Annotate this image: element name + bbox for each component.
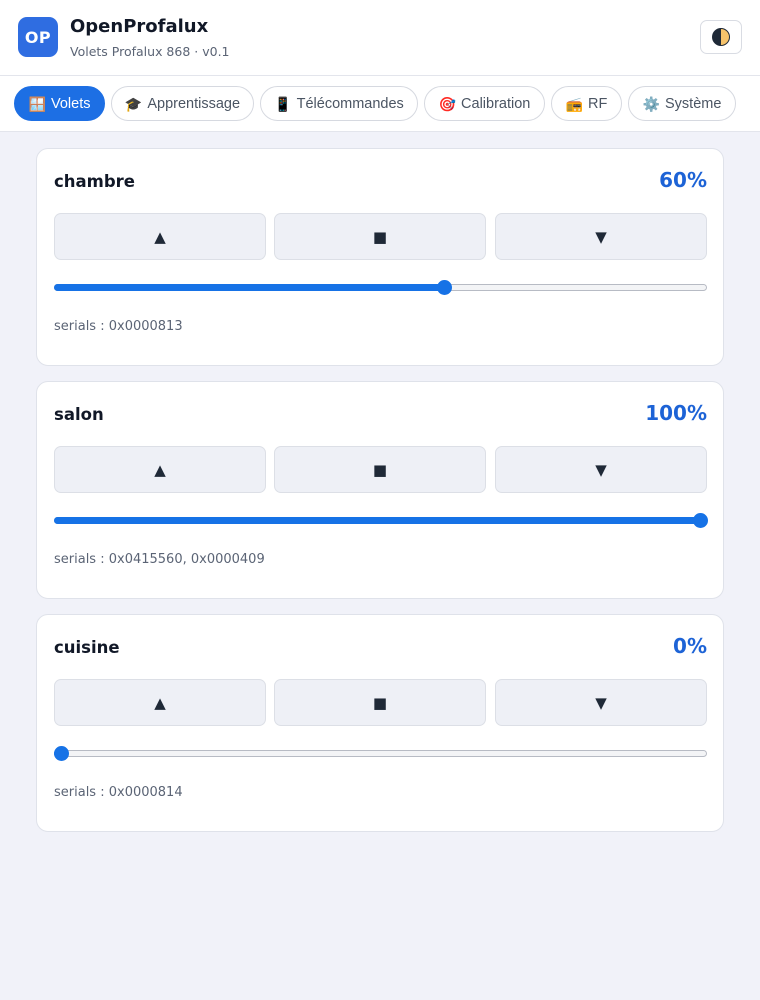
tab-label: RF [588,95,608,112]
tab-volets[interactable]: 🪟 Volets [14,86,105,121]
slider-thumb[interactable] [54,746,69,761]
down-button[interactable]: ▼ [495,213,707,260]
tab-telecommandes[interactable]: 📱 Télécommandes [260,86,418,121]
app-logo: OP [18,17,58,57]
contrast-icon [712,28,730,46]
tab-label: Télécommandes [296,95,404,112]
slider-fill [54,284,445,291]
position-slider[interactable] [54,746,707,761]
shutter-card-cuisine: cuisine 0% ▲ ■ ▼ serials : 0x0000814 [36,614,724,832]
down-arrow-icon: ▼ [595,693,607,712]
down-button[interactable]: ▼ [495,679,707,726]
tab-label: Volets [50,95,91,112]
up-button[interactable]: ▲ [54,213,266,260]
up-arrow-icon: ▲ [154,693,166,712]
up-button[interactable]: ▲ [54,679,266,726]
stop-icon: ■ [372,227,388,246]
theme-toggle-button[interactable] [700,20,742,54]
slider-track [54,750,707,757]
slider-thumb[interactable] [437,280,453,295]
shutter-card-salon: salon 100% ▲ ■ ▼ serials : 0x0415560, 0x… [36,381,724,599]
shutter-name: salon [54,405,104,424]
app-subtitle: Volets Profalux 868 · v0.1 [70,44,230,59]
stop-button[interactable]: ■ [274,679,486,726]
window-icon: 🪟 [28,95,46,112]
shutter-serials: serials : 0x0000814 [54,785,183,800]
stop-icon: ■ [372,693,388,712]
tab-calibration[interactable]: 🎯 Calibration [424,86,545,121]
stop-icon: ■ [372,460,388,479]
app-header: OP OpenProfalux Volets Profalux 868 · v0… [0,0,760,76]
target-icon: 🎯 [438,95,457,112]
shutter-serials: serials : 0x0415560, 0x0000409 [54,552,265,567]
slider-fill [54,517,700,524]
tab-apprentissage[interactable]: 🎓 Apprentissage [111,86,254,121]
tab-systeme[interactable]: ⚙️ Système [628,86,736,121]
position-slider[interactable] [54,513,708,528]
stop-button[interactable]: ■ [274,213,486,260]
tab-label: Système [665,95,722,112]
up-button[interactable]: ▲ [54,446,266,493]
mobile-phone-icon: 📱 [274,95,292,112]
up-arrow-icon: ▲ [154,227,166,246]
graduation-cap-icon: 🎓 [124,95,143,112]
up-arrow-icon: ▲ [154,460,166,479]
shutter-name: chambre [54,172,135,191]
gear-icon: ⚙️ [642,95,660,112]
tab-bar: 🪟 Volets 🎓 Apprentissage 📱 Télécommandes… [0,76,760,132]
down-button[interactable]: ▼ [495,446,707,493]
down-arrow-icon: ▼ [595,227,607,246]
shutter-percent: 100% [645,401,707,425]
shutter-percent: 0% [673,634,707,658]
shutter-percent: 60% [659,168,707,192]
slider-thumb[interactable] [693,513,708,528]
shutter-serials: serials : 0x0000813 [54,319,183,334]
tab-label: Apprentissage [147,95,241,112]
app-title: OpenProfalux [70,16,209,37]
tab-rf[interactable]: 📻 RF [551,86,622,121]
tab-label: Calibration [461,95,531,112]
down-arrow-icon: ▼ [595,460,607,479]
radio-icon: 📻 [565,95,584,112]
stop-button[interactable]: ■ [274,446,486,493]
position-slider[interactable] [54,280,707,295]
shutter-card-chambre: chambre 60% ▲ ■ ▼ serials : 0x0000813 [36,148,724,366]
shutter-name: cuisine [54,638,120,657]
